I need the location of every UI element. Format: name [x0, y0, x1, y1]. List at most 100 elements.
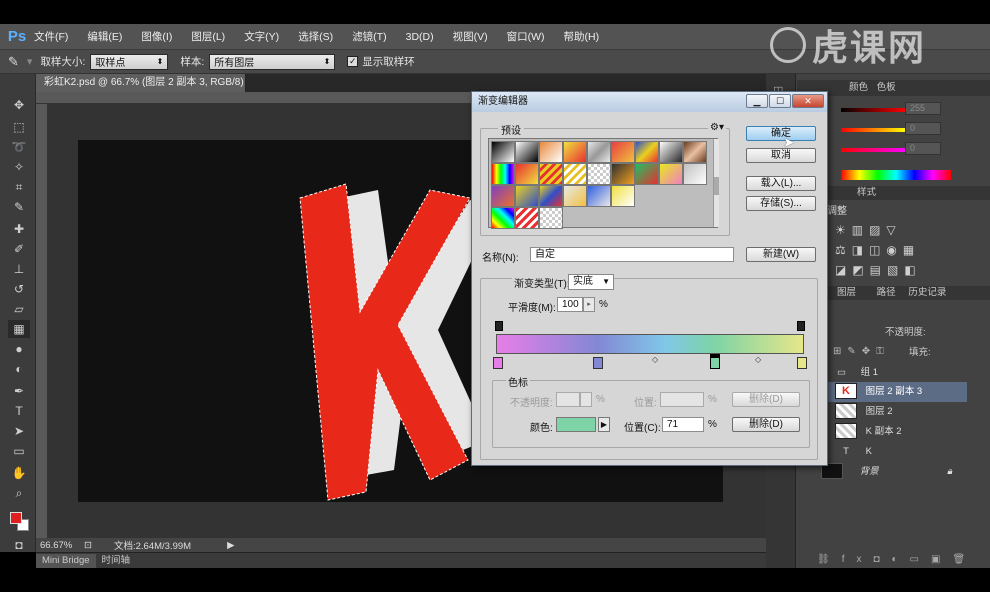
blue-slider[interactable]: [841, 148, 905, 152]
healing-brush-tool-icon[interactable]: ✚: [8, 220, 30, 238]
preset-swatch[interactable]: [635, 163, 659, 185]
dodge-tool-icon[interactable]: ◐: [8, 360, 30, 378]
preset-swatch[interactable]: [539, 207, 563, 229]
zoom-level[interactable]: 66.67%: [40, 540, 80, 551]
blur-tool-icon[interactable]: ●: [8, 340, 30, 358]
pen-tool-icon[interactable]: ✒: [8, 382, 30, 400]
preset-swatch[interactable]: [515, 141, 539, 163]
brush-tool-icon[interactable]: ✐: [8, 240, 30, 258]
gradient-type-select[interactable]: 实底 ▼: [568, 274, 614, 290]
quick-mask-icon[interactable]: ◘: [8, 536, 30, 554]
tab-paths[interactable]: 路径: [877, 287, 896, 298]
opacity-stop-right[interactable]: [797, 321, 805, 331]
minimize-button[interactable]: ▁: [746, 94, 768, 108]
tool-preset-chevron-icon[interactable]: ▾: [27, 55, 33, 68]
status-info-icon[interactable]: ⊡: [84, 540, 92, 551]
show-ring-checkbox[interactable]: ✓: [347, 56, 359, 67]
menu-filter[interactable]: 滤镜(T): [352, 29, 386, 44]
close-button[interactable]: ✕: [792, 94, 824, 108]
preset-swatch[interactable]: [659, 163, 683, 185]
tab-history[interactable]: 历史记录: [908, 287, 946, 298]
color-stop[interactable]: [493, 357, 503, 369]
menu-window[interactable]: 窗口(W): [507, 29, 545, 44]
ok-button[interactable]: 确定: [746, 126, 816, 141]
lasso-tool-icon[interactable]: ➰: [8, 138, 30, 156]
preset-swatch[interactable]: [539, 163, 563, 185]
tab-styles[interactable]: 样式: [857, 187, 876, 198]
document-tab[interactable]: 彩虹K2.psd @ 66.7% (图层 2 副本 3, RGB/8) * ×: [36, 74, 246, 106]
tab-color[interactable]: 颜色: [849, 82, 868, 93]
preset-swatch[interactable]: [515, 207, 539, 229]
stop-color-swatch[interactable]: [556, 417, 596, 432]
gradient-tool-icon[interactable]: ▦: [8, 320, 30, 338]
sample-size-select[interactable]: 取样点 ⬍: [90, 53, 169, 70]
preset-swatch[interactable]: [611, 163, 635, 185]
tab-layers[interactable]: 图层: [837, 287, 856, 298]
eyedropper-tool-icon[interactable]: ✎: [8, 54, 19, 70]
menu-help[interactable]: 帮助(H): [564, 29, 600, 44]
menu-layer[interactable]: 图层(L): [191, 29, 225, 44]
save-button[interactable]: 存储(S)...: [746, 196, 816, 211]
new-button[interactable]: 新建(W): [746, 247, 816, 262]
cancel-button[interactable]: 取消: [746, 148, 816, 163]
smoothness-input[interactable]: 100: [557, 297, 583, 312]
menu-select[interactable]: 选择(S): [298, 29, 333, 44]
blue-value[interactable]: 0: [905, 142, 941, 155]
preset-swatch[interactable]: [683, 163, 707, 185]
menu-view[interactable]: 视图(V): [453, 29, 488, 44]
crop-tool-icon[interactable]: ⌗: [8, 178, 30, 196]
quick-select-tool-icon[interactable]: ✧: [8, 158, 30, 176]
preset-swatch[interactable]: [683, 141, 707, 163]
red-value[interactable]: 255: [905, 102, 941, 115]
green-value[interactable]: 0: [905, 122, 941, 135]
history-brush-tool-icon[interactable]: ↺: [8, 280, 30, 298]
tab-timeline[interactable]: 时间轴: [96, 554, 137, 568]
marquee-tool-icon[interactable]: ⬚: [8, 118, 30, 136]
preset-swatch[interactable]: [635, 141, 659, 163]
layer-bottom-icons[interactable]: ⛓fx◘◐▭▣🗑︎: [817, 554, 977, 565]
hand-tool-icon[interactable]: ✋: [8, 464, 30, 482]
preset-swatch[interactable]: [563, 185, 587, 207]
lock-icons[interactable]: ⊞✎✥⚿: [833, 346, 890, 357]
presets-gear-icon[interactable]: ⚙▾: [708, 122, 726, 133]
smoothness-dropdown-icon[interactable]: ▸: [583, 297, 595, 312]
opacity-stop-left[interactable]: [495, 321, 503, 331]
preset-swatch[interactable]: [515, 163, 539, 185]
preset-swatch[interactable]: [539, 185, 563, 207]
adjustment-icons-grid[interactable]: ☀▥▨▽ ⚖◨◫◉▦ ◪◩▤▧◧: [835, 220, 945, 278]
shape-tool-icon[interactable]: ▭: [8, 442, 30, 460]
menu-file[interactable]: 文件(F): [34, 29, 68, 44]
stop-location-input[interactable]: 71: [662, 417, 704, 432]
menu-edit[interactable]: 编辑(E): [87, 29, 122, 44]
gradient-preview-bar[interactable]: [496, 334, 804, 354]
color-stop[interactable]: [593, 357, 603, 369]
foreground-color-swatch[interactable]: [10, 512, 22, 524]
preset-swatch[interactable]: [611, 141, 635, 163]
delete-color-stop-button[interactable]: 删除(D): [732, 417, 800, 432]
tab-swatches[interactable]: 色板: [877, 82, 896, 93]
tab-mini-bridge[interactable]: Mini Bridge: [36, 553, 96, 568]
preset-swatch[interactable]: [659, 141, 683, 163]
color-stop-selected[interactable]: [710, 357, 720, 369]
gradient-name-input[interactable]: 自定: [530, 247, 734, 262]
move-tool-icon[interactable]: ✥: [8, 96, 30, 114]
maximize-button[interactable]: ☐: [769, 94, 791, 108]
preset-swatch[interactable]: [491, 141, 515, 163]
zoom-tool-icon[interactable]: ⌕: [8, 484, 30, 502]
preset-swatch[interactable]: [611, 185, 635, 207]
status-menu-arrow-icon[interactable]: ▶: [227, 540, 234, 551]
midpoint-diamond-icon[interactable]: ◇: [755, 355, 761, 364]
eyedropper-tool-icon[interactable]: ✎: [8, 198, 30, 216]
preset-swatch[interactable]: [563, 141, 587, 163]
midpoint-diamond-icon[interactable]: ◇: [652, 355, 658, 364]
load-button[interactable]: 载入(L)...: [746, 176, 816, 191]
preset-swatch[interactable]: [515, 185, 539, 207]
path-select-tool-icon[interactable]: ➤: [8, 422, 30, 440]
color-stop[interactable]: [797, 357, 807, 369]
red-slider[interactable]: [841, 108, 905, 112]
menu-3d[interactable]: 3D(D): [406, 31, 434, 43]
menu-type[interactable]: 文字(Y): [244, 29, 279, 44]
preset-swatch[interactable]: [491, 207, 515, 229]
preset-swatch[interactable]: [539, 141, 563, 163]
preset-swatch[interactable]: [491, 163, 515, 185]
